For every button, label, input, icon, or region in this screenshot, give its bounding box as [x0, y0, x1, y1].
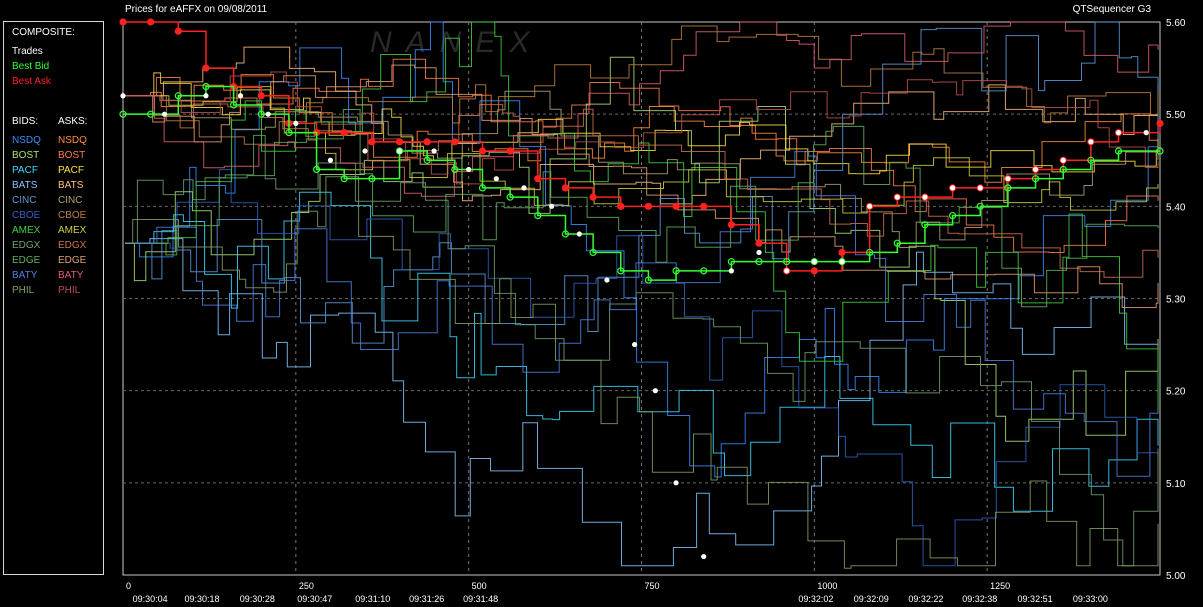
y-tick-label: 5.50: [1166, 110, 1186, 121]
best-ask-point: [395, 138, 404, 146]
y-tick-label: 5.00: [1166, 571, 1186, 582]
best-ask-point: [368, 138, 376, 146]
trade-point: [362, 148, 368, 154]
best-ask-point: [810, 267, 818, 275]
x-seq-tick-label: 750: [645, 581, 660, 591]
trade-point: [652, 388, 658, 394]
x-time-tick-label: 09:31:26: [409, 594, 444, 604]
x-time-tick-label: 09:32:22: [908, 594, 943, 604]
best-ask-point: [340, 129, 348, 137]
best-ask-point: [534, 175, 542, 183]
x-time-tick-label: 09:32:02: [798, 594, 833, 604]
trade-point: [631, 341, 638, 348]
x-time-tick-label: 09:30:47: [297, 594, 332, 604]
trade-point: [549, 203, 555, 209]
best-ask-point: [147, 18, 155, 26]
trade-point: [521, 185, 527, 191]
trade-point: [203, 93, 209, 99]
exchange-quote-line: [125, 109, 1159, 308]
best-ask-point: [561, 184, 570, 192]
y-tick-label: 5.30: [1166, 295, 1186, 306]
trade-point: [756, 249, 762, 256]
x-time-tick-label: 09:30:04: [133, 594, 168, 604]
trade-point: [396, 148, 403, 154]
trade-point: [120, 93, 126, 99]
y-tick-label: 5.20: [1166, 387, 1186, 398]
trade-point: [728, 268, 734, 274]
trade-point: [867, 203, 873, 209]
trade-point: [237, 93, 244, 99]
trade-point: [293, 120, 299, 126]
trade-point: [922, 194, 928, 200]
trade-point: [466, 166, 472, 173]
best-ask-point: [202, 64, 210, 72]
x-time-tick-label: 09:31:10: [355, 594, 390, 604]
best-ask-point: [589, 193, 597, 201]
x-time-tick-label: 09:31:48: [463, 594, 498, 604]
best-ask-point: [700, 202, 708, 210]
trade-point: [327, 157, 333, 163]
best-ask-point: [617, 202, 625, 210]
trade-point: [493, 176, 499, 182]
price-chart: 5.00 5.10 5.20 5.30 5.40 5.50 5.60 0 250 500 750 10…: [119, 18, 1186, 604]
x-seq-tick-label: 1250: [990, 581, 1010, 591]
best-ask-point: [257, 92, 265, 100]
trade-point: [950, 185, 956, 191]
y-tick-label: 5.40: [1166, 202, 1186, 213]
x-time-tick-label: 09:32:51: [1018, 594, 1053, 604]
trade-point: [604, 277, 610, 283]
y-tick-label: 5.10: [1166, 479, 1186, 490]
trade-point: [1005, 176, 1011, 182]
x-time-tick-label: 09:32:38: [962, 594, 997, 604]
best-ask-point: [672, 202, 680, 210]
trade-point: [431, 148, 437, 154]
x-seq-tick-label: 1000: [817, 581, 837, 591]
best-ask-point: [506, 147, 514, 155]
trade-point: [1060, 157, 1066, 163]
x-time-tick-label: 09:33:00: [1073, 594, 1108, 604]
best-ask-point: [838, 248, 846, 257]
best-ask-point: [451, 138, 459, 146]
trade-point: [265, 111, 271, 117]
trade-point: [811, 259, 817, 265]
trade-point: [1115, 130, 1122, 136]
best-ask-point: [423, 138, 431, 146]
best-ask-point: [755, 239, 763, 247]
trade-point: [839, 259, 845, 265]
best-ask-point: [174, 27, 182, 35]
trade-point: [894, 194, 900, 200]
trade-point: [1032, 166, 1039, 173]
trade-point: [977, 185, 983, 191]
trade-point: [576, 231, 582, 237]
trade-point: [161, 111, 168, 117]
trade-point: [673, 480, 679, 486]
x-seq-tick-label: 250: [299, 581, 314, 591]
y-tick-label: 5.60: [1166, 18, 1186, 29]
best-ask-point: [727, 221, 735, 229]
best-ask-point: [1156, 119, 1164, 127]
best-ask-point: [644, 202, 653, 210]
trade-point: [701, 553, 707, 560]
exchange-quote-line: [125, 46, 1159, 205]
x-time-tick-label: 09:30:18: [185, 594, 220, 604]
x-time-tick-label: 09:30:28: [240, 594, 275, 604]
trade-point: [1143, 130, 1149, 136]
x-time-tick-label: 09:32:09: [854, 594, 889, 604]
trade-point: [784, 268, 790, 274]
x-seq-tick-label: 0: [126, 581, 131, 591]
best-ask-point: [119, 18, 127, 26]
x-seq-tick-label: 500: [472, 581, 487, 591]
trade-point: [1088, 139, 1094, 145]
best-ask-point: [478, 147, 487, 155]
